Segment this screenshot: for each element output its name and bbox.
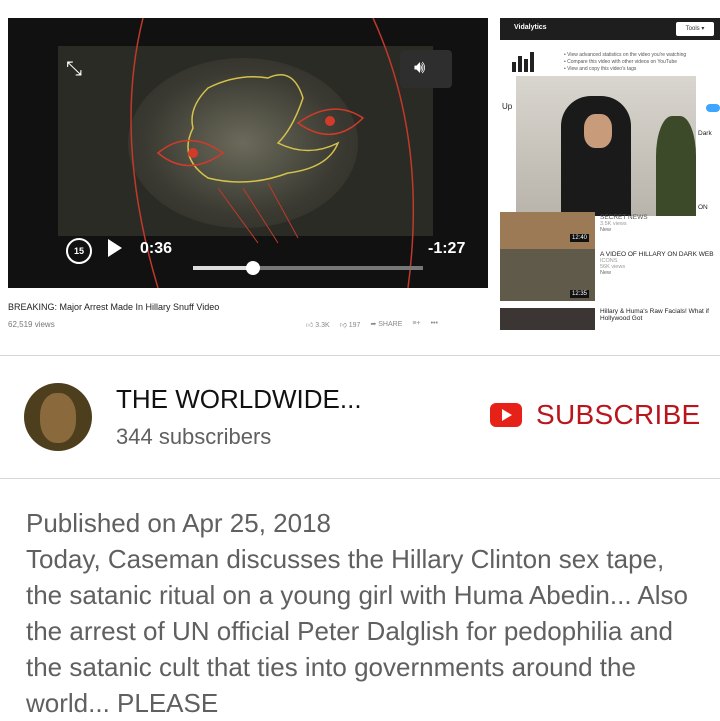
bullet-item: • View advanced statistics on the video … bbox=[564, 52, 687, 58]
tools-label: Tools bbox=[685, 26, 700, 32]
sidebar-item-title: Hillary & Huma's Raw Facials! What if Ho… bbox=[600, 308, 709, 322]
share-icon: ➦ bbox=[370, 321, 377, 328]
volume-button[interactable]: 🔊︎ bbox=[400, 50, 452, 88]
progress-fill bbox=[193, 266, 253, 270]
published-date: Published on Apr 25, 2018 bbox=[26, 508, 332, 538]
progress-knob[interactable] bbox=[245, 261, 260, 275]
thumbs-up-icon: 👍︎ bbox=[306, 322, 314, 329]
bar-chart-icon bbox=[512, 52, 534, 72]
description: Published on Apr 25, 2018 Today, Caseman… bbox=[26, 505, 706, 721]
extension-header: Vidalytics Tools ▾ bbox=[500, 18, 720, 40]
fullscreen-icon[interactable]: ⤡ bbox=[66, 58, 82, 81]
dark-label: Dark bbox=[698, 130, 712, 137]
duration-badge: 12:35 bbox=[570, 290, 590, 298]
bullet-item: • View and copy this video's tags bbox=[564, 66, 637, 72]
avatar-face bbox=[40, 393, 76, 443]
new-badge: New bbox=[600, 270, 612, 276]
sidebar-item[interactable]: Hillary & Huma's Raw Facials! What if Ho… bbox=[600, 308, 720, 322]
webcam-face bbox=[584, 114, 612, 148]
divider bbox=[0, 355, 720, 356]
rewind-15-button[interactable]: 15 bbox=[66, 238, 92, 264]
more-icon[interactable]: ••• bbox=[431, 320, 438, 329]
volume-icon: 🔊︎ bbox=[414, 57, 426, 77]
progress-bar[interactable] bbox=[193, 261, 423, 275]
remaining-time: -1:27 bbox=[428, 240, 466, 257]
tools-button[interactable]: Tools ▾ bbox=[676, 22, 714, 36]
add-to-playlist-icon[interactable]: ≡+ bbox=[412, 320, 420, 329]
webcam-plant bbox=[656, 116, 696, 216]
sidebar: Vidalytics Tools ▾ • View advanced stati… bbox=[500, 18, 720, 338]
autoplay-toggle[interactable] bbox=[706, 104, 720, 112]
channel-name[interactable]: THE WORLDWIDE... bbox=[116, 384, 362, 415]
webcam-overlay bbox=[516, 76, 696, 216]
like-button[interactable]: 👍︎ 3.3K bbox=[306, 320, 330, 329]
divider bbox=[0, 478, 720, 479]
sidebar-item[interactable]: A VIDEO OF HILLARY ON DARK WEB ICONS 56K… bbox=[600, 251, 720, 276]
video-screenshot: ⤡ 🔊︎ 15 0:36 -1:27 BREAKING: Major Arres… bbox=[0, 0, 720, 355]
subscriber-count: 344 subscribers bbox=[116, 424, 272, 449]
up-next-label: Up bbox=[502, 102, 513, 111]
sidebar-item-title: SECRET NEWS bbox=[600, 214, 648, 221]
subscribe-button[interactable]: SUBSCRIBE bbox=[490, 398, 701, 432]
on-label: ON bbox=[698, 204, 708, 211]
play-icon[interactable] bbox=[108, 239, 122, 257]
new-badge: New bbox=[600, 227, 612, 233]
rewind-15-label: 15 bbox=[73, 246, 84, 256]
youtube-play-icon bbox=[490, 403, 522, 427]
view-count: 62,519 views bbox=[8, 320, 55, 329]
duration-badge: 12:40 bbox=[570, 234, 590, 242]
video-title: BREAKING: Major Arrest Made In Hillary S… bbox=[8, 302, 220, 312]
subscribe-label: SUBSCRIBE bbox=[536, 399, 701, 430]
share-button[interactable]: ➦ SHARE bbox=[370, 320, 402, 329]
sidebar-item-title: A VIDEO OF HILLARY ON DARK WEB bbox=[600, 251, 714, 258]
sidebar-item[interactable]: SECRET NEWS 3.5K views New bbox=[600, 214, 720, 233]
current-time: 0:36 bbox=[140, 240, 173, 257]
bullet-item: • Compare this video with other videos o… bbox=[564, 59, 678, 65]
avatar[interactable] bbox=[24, 383, 92, 451]
description-text: Today, Caseman discusses the Hillary Cli… bbox=[26, 544, 688, 718]
extension-bullets: • View advanced statistics on the video … bbox=[564, 52, 686, 73]
sidebar-thumbnail[interactable] bbox=[500, 308, 595, 330]
dislike-count: 197 bbox=[348, 322, 361, 329]
share-label: SHARE bbox=[378, 321, 403, 328]
video-actions: 👍︎ 3.3K 👎︎ 197 ➦ SHARE ≡+ ••• bbox=[306, 320, 438, 329]
extension-name: Vidalytics bbox=[514, 24, 547, 31]
like-count: 3.3K bbox=[315, 322, 330, 329]
thumbs-down-icon: 👎︎ bbox=[339, 322, 347, 329]
dislike-button[interactable]: 👎︎ 197 bbox=[340, 320, 361, 329]
video-player[interactable]: ⤡ 🔊︎ 15 0:36 -1:27 bbox=[8, 18, 488, 288]
